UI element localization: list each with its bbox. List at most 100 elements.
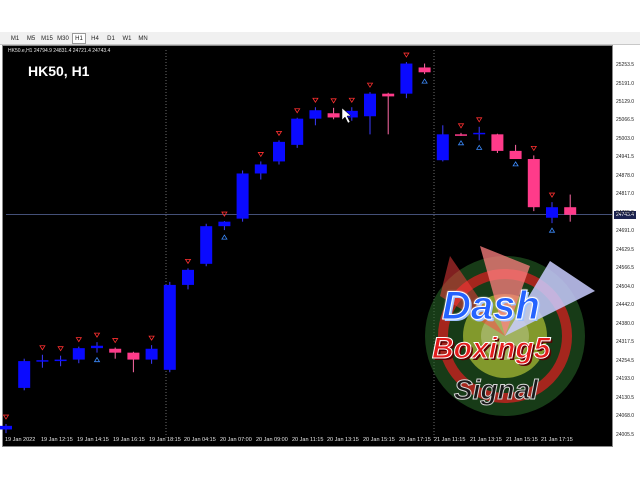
sell-signal-arrow	[530, 146, 538, 152]
logo-signal-text: Signal	[453, 374, 539, 406]
logo-boxing5-text: Boxing5	[431, 332, 551, 366]
candle-body	[491, 134, 504, 151]
time-axis-label: 19 Jan 14:15	[77, 437, 109, 443]
sell-signal-arrow	[257, 152, 265, 158]
candle-body	[163, 284, 176, 370]
candle-body	[473, 132, 486, 135]
time-axis-label: 21 Jan 17:15	[541, 437, 573, 443]
sell-signal-arrow	[348, 97, 356, 103]
candle-body	[236, 173, 249, 219]
sell-signal-arrow	[57, 346, 64, 352]
price-axis-label: 24566.5	[616, 265, 635, 271]
sell-signal-arrow	[39, 345, 46, 351]
buy-signal-arrow	[512, 161, 519, 167]
candle-body	[436, 134, 449, 161]
candle-body	[327, 113, 340, 118]
price-axis-label: 25129.0	[616, 99, 635, 105]
time-axis-label: 20 Jan 11:15	[292, 437, 324, 443]
candle-body	[509, 150, 522, 160]
candle-body	[127, 352, 140, 360]
price-axis-label: 24817.0	[616, 191, 635, 197]
candle-body	[309, 110, 322, 119]
sell-signal-arrow	[148, 335, 155, 341]
sell-signal-arrow	[366, 82, 374, 88]
price-axis-label: 24193.0	[616, 376, 635, 382]
price-axis-label: 24005.5	[616, 432, 635, 438]
sell-signal-arrow	[293, 108, 301, 114]
sell-signal-arrow	[184, 258, 192, 265]
logo-dash-text: Dash	[442, 284, 541, 329]
sell-signal-arrow	[221, 211, 228, 217]
candle-body	[273, 141, 285, 162]
time-axis-label: 19 Jan 2022	[5, 437, 36, 443]
price-axis-label: 24878.0	[616, 173, 635, 179]
candle-body	[527, 159, 540, 208]
time-axis-label: 20 Jan 13:15	[327, 437, 359, 443]
sell-signal-arrow	[111, 338, 119, 344]
sell-signal-arrow	[275, 130, 283, 137]
mouse-cursor-icon	[341, 107, 352, 124]
sell-signal-arrow	[330, 98, 337, 104]
candle-body	[418, 67, 431, 73]
candle-body	[109, 348, 122, 353]
price-axis-label: 24691.0	[616, 228, 635, 234]
sell-signal-arrow	[312, 97, 319, 103]
time-axis-label: 21 Jan 11:15	[434, 437, 466, 443]
candle-body	[564, 207, 577, 215]
candle-body	[364, 93, 376, 117]
buy-signal-arrow	[457, 140, 465, 146]
candle-body	[0, 425, 12, 430]
buy-signal-arrow	[93, 356, 101, 363]
time-axis-label: 20 Jan 17:15	[399, 437, 431, 443]
price-axis-label: 24254.5	[616, 358, 635, 364]
candle-body	[182, 269, 194, 285]
time-axis-label: 19 Jan 12:15	[41, 437, 73, 443]
candle-body	[54, 359, 67, 362]
price-axis-label: 24380.0	[616, 321, 635, 327]
sell-signal-arrow	[93, 332, 101, 338]
chart-symbol-title: HK50, H1	[28, 63, 90, 79]
time-axis-label: 20 Jan 09:00	[256, 437, 288, 443]
candle-body	[91, 345, 103, 349]
sell-signal-arrow	[457, 123, 465, 129]
time-axis-label: 20 Jan 07:00	[220, 437, 252, 443]
buy-signal-arrow	[221, 234, 228, 240]
price-axis-label: 24941.5	[616, 154, 635, 160]
candle-body	[72, 348, 85, 360]
price-axis-label: 25003.0	[616, 136, 635, 142]
price-axis-label: 24130.5	[616, 395, 635, 401]
dash-boxing5-signal-logo: Dash Boxing5 Signal	[420, 236, 610, 436]
sell-signal-arrow	[75, 337, 83, 343]
candle-body	[455, 134, 467, 136]
candle-body	[36, 360, 49, 362]
price-axis-label: 24068.0	[616, 413, 635, 419]
sell-signal-arrow	[475, 117, 483, 123]
price-axis-label: 24442.0	[616, 302, 635, 308]
price-axis-label: 24317.5	[616, 339, 635, 345]
price-axis-label: 25066.5	[616, 117, 635, 123]
time-axis-label: 19 Jan 18:15	[149, 437, 181, 443]
symbol-info-line: HK50.e,H1 24794.9 24831.4 24721.4 24743.…	[8, 48, 111, 54]
time-axis-label: 21 Jan 13:15	[470, 437, 502, 443]
sell-signal-arrow	[548, 192, 556, 198]
candle-body	[218, 221, 231, 227]
candle-body	[200, 226, 213, 264]
time-axis-label: 20 Jan 15:15	[363, 437, 395, 443]
candle-body	[291, 118, 304, 145]
price-axis-label: 25191.0	[616, 81, 635, 87]
candle-body	[18, 361, 31, 388]
sell-signal-arrow	[403, 52, 410, 58]
sell-signal-arrow	[2, 414, 10, 420]
candle-body	[382, 93, 395, 97]
time-axis-label: 21 Jan 15:15	[506, 437, 538, 443]
candle-body	[546, 207, 558, 218]
buy-signal-arrow	[421, 78, 428, 84]
price-axis-label: 24504.0	[616, 284, 635, 290]
time-axis-label: 20 Jan 04:15	[184, 437, 216, 443]
candle-body	[254, 164, 267, 174]
price-axis-label: 24755.5	[616, 210, 635, 216]
buy-signal-arrow	[475, 144, 483, 150]
candle-body	[400, 63, 413, 94]
price-axis-label: 24629.5	[616, 247, 635, 253]
price-axis-label: 25253.5	[616, 62, 635, 68]
